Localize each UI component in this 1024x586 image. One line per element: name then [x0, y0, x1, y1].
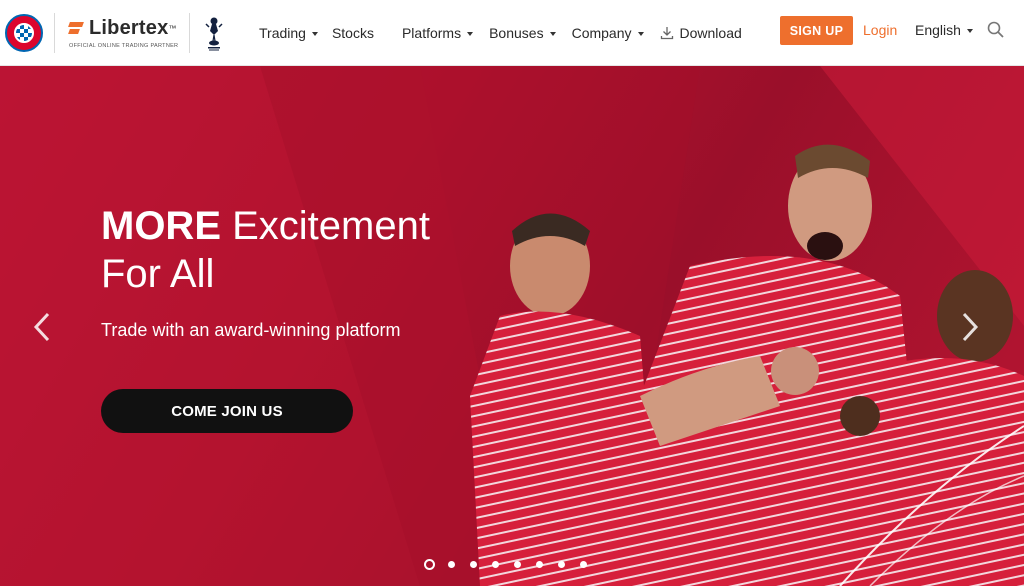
slider-prev-arrow[interactable]: [30, 310, 54, 344]
come-join-us-button[interactable]: COME JOIN US: [101, 389, 353, 433]
nav-download[interactable]: Download: [660, 25, 742, 41]
chevron-down-icon: [637, 31, 644, 36]
logo-group: Libertex ™ Official online trading partne…: [0, 0, 227, 66]
logo-divider: [54, 12, 55, 53]
slider-dot[interactable]: [558, 561, 565, 568]
chevron-down-icon: [311, 31, 318, 36]
nav-bonuses-label: Bonuses: [489, 25, 544, 41]
nav-platforms[interactable]: Platforms: [401, 25, 474, 41]
slider-dot[interactable]: [424, 559, 435, 570]
chevron-down-icon: [966, 28, 973, 33]
tottenham-logo[interactable]: [201, 12, 227, 54]
slider-dot[interactable]: [580, 561, 587, 568]
nav-stocks[interactable]: Stocks: [332, 25, 374, 41]
libertex-logo[interactable]: Libertex ™ Official online trading partne…: [69, 17, 178, 49]
sign-up-button[interactable]: SIGN UP: [780, 16, 853, 45]
slider-dot[interactable]: [536, 561, 543, 568]
chevron-down-icon: [549, 31, 556, 36]
libertex-mark-icon: [69, 22, 83, 34]
libertex-logo-tagline: Official online trading partner: [69, 42, 179, 49]
search-icon[interactable]: [986, 20, 1006, 40]
slider-dot[interactable]: [470, 561, 477, 568]
nav-company[interactable]: Company: [572, 25, 644, 41]
hero-title-rest: Excitement: [221, 204, 430, 248]
hero-title-strong: MORE: [101, 204, 221, 248]
nav-bonuses[interactable]: Bonuses: [489, 25, 556, 41]
slider-dot[interactable]: [514, 561, 521, 568]
language-selector[interactable]: English: [915, 22, 973, 38]
chevron-left-icon: [33, 312, 50, 342]
nav-trading-label: Trading: [259, 25, 306, 41]
nav-trading[interactable]: Trading: [259, 25, 318, 41]
download-icon: [660, 26, 674, 40]
fc-bayern-crest-icon: [14, 22, 34, 43]
libertex-logo-text: Libertex: [89, 16, 169, 39]
hero-subtitle: Trade with an award-winning platform: [101, 320, 401, 340]
chevron-right-icon: [962, 312, 979, 342]
slider-pagination: [424, 559, 602, 570]
hero-title-line2: For All: [101, 252, 215, 296]
main-nav: Trading Stocks Platforms Bonuses Company…: [259, 0, 742, 66]
hero-slider: MORE Excitement For All Trade with an aw…: [0, 66, 1024, 586]
nav-stocks-label: Stocks: [331, 25, 374, 41]
fc-bayern-logo[interactable]: [5, 13, 43, 52]
logo-divider: [189, 12, 191, 53]
language-label: English: [915, 22, 961, 38]
nav-platforms-label: Platforms: [401, 25, 462, 41]
slider-next-arrow[interactable]: [958, 310, 982, 344]
nav-download-label: Download: [679, 25, 742, 41]
hero-title: MORE Excitement For All: [101, 202, 430, 298]
chevron-down-icon: [467, 31, 474, 36]
site-header: Libertex ™ Official online trading partne…: [0, 0, 1024, 66]
tottenham-cockerel-icon: [205, 17, 223, 50]
slider-dot[interactable]: [492, 561, 499, 568]
slider-dot[interactable]: [448, 561, 455, 568]
login-link[interactable]: Login: [863, 22, 897, 38]
nav-company-label: Company: [571, 25, 632, 41]
